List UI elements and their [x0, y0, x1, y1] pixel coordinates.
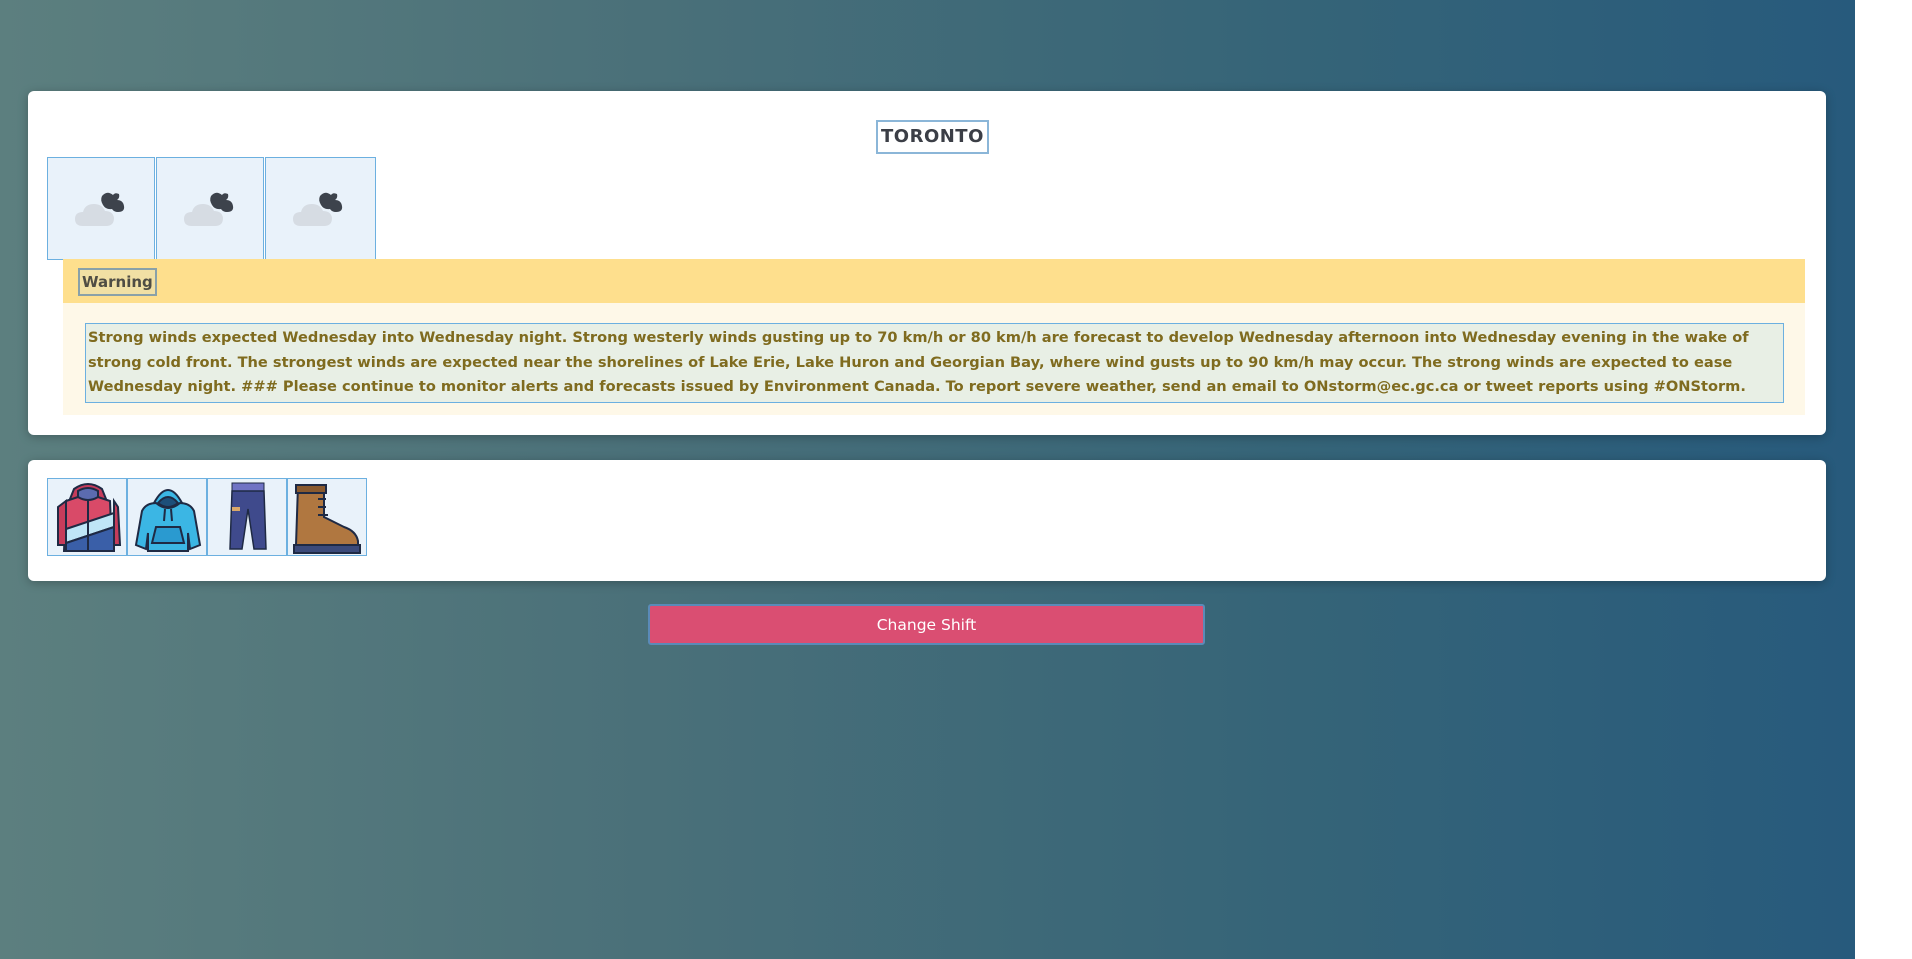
winter-jacket-icon: [57, 483, 122, 552]
clothing-item-hoodie[interactable]: [127, 478, 207, 556]
cloudy-night-icon: [293, 192, 343, 226]
change-shift-button[interactable]: Change Shift: [648, 604, 1205, 645]
warning-message: Strong winds expected Wednesday into Wed…: [85, 323, 1784, 403]
boot-icon: [293, 484, 361, 554]
warning-label: Warning: [78, 268, 157, 296]
forecast-icon-box-2[interactable]: [156, 157, 264, 260]
cloudy-night-icon: [184, 192, 234, 226]
forecast-icon-box-3[interactable]: [265, 157, 376, 260]
clothing-item-boot[interactable]: [287, 478, 367, 556]
pants-icon: [229, 482, 267, 550]
cloudy-night-icon: [75, 192, 125, 226]
city-title: TORONTO: [876, 120, 989, 154]
warning-header: [63, 259, 1805, 303]
forecast-icon-box-1[interactable]: [47, 157, 155, 260]
hoodie-icon: [134, 489, 202, 552]
clothing-item-jacket[interactable]: [47, 478, 127, 556]
clothing-item-pants[interactable]: [207, 478, 287, 556]
